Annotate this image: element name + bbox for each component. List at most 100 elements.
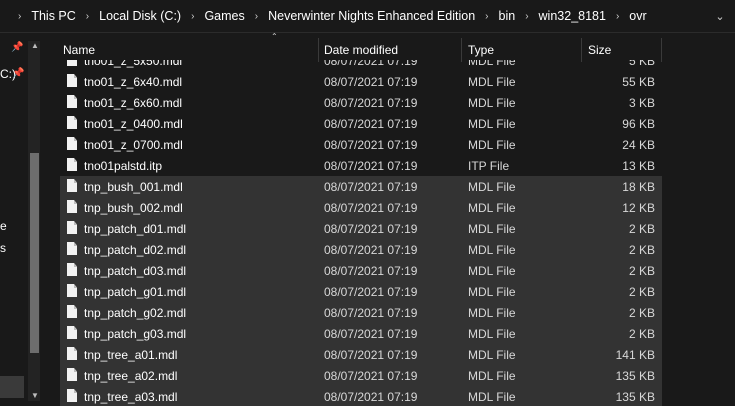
file-type: MDL File xyxy=(468,137,516,152)
file-icon xyxy=(67,263,77,276)
file-icon xyxy=(67,221,77,234)
file-date-modified: 08/07/2021 07:19 xyxy=(324,137,418,152)
nav-item-fragment[interactable]: e xyxy=(0,219,7,233)
file-icon xyxy=(67,158,77,171)
file-size: 24 KB xyxy=(622,137,655,152)
file-size: 141 KB xyxy=(615,347,655,362)
column-divider[interactable] xyxy=(581,38,582,62)
file-icon xyxy=(67,200,77,213)
nav-scrollbar-thumb[interactable] xyxy=(30,153,39,353)
file-row[interactable]: tno01_z_0400.mdl 08/07/2021 07:19 MDL File… xyxy=(60,113,662,134)
breadcrumb-item[interactable]: This PC xyxy=(27,9,79,23)
file-type: MDL File xyxy=(468,368,516,383)
file-row[interactable]: tnp_patch_g03.mdl 08/07/2021 07:19 MDL Fil… xyxy=(60,323,662,344)
file-row[interactable]: tnp_tree_a01.mdl 08/07/2021 07:19 MDL File… xyxy=(60,344,662,365)
chevron-right-icon[interactable]: › xyxy=(479,11,494,22)
file-size: 2 KB xyxy=(628,242,655,257)
file-icon xyxy=(67,179,77,192)
file-size: 96 KB xyxy=(622,116,655,131)
file-date-modified: 08/07/2021 07:19 xyxy=(324,368,418,383)
file-row[interactable]: tnp_tree_a03.mdl 08/07/2021 07:19 MDL File… xyxy=(60,386,662,406)
file-name: tno01_z_6x40.mdl xyxy=(84,74,183,89)
file-row[interactable]: tnp_bush_002.mdl 08/07/2021 07:19 MDL File… xyxy=(60,197,662,218)
file-size: 2 KB xyxy=(628,284,655,299)
navigation-pane: 📌 C:) 📌 e s ▲ ▼ xyxy=(0,33,42,406)
file-row[interactable]: tnp_patch_d01.mdl 08/07/2021 07:19 MDL Fil… xyxy=(60,218,662,239)
file-row[interactable]: tnp_patch_d02.mdl 08/07/2021 07:19 MDL Fil… xyxy=(60,239,662,260)
file-date-modified: 08/07/2021 07:19 xyxy=(324,347,418,362)
file-type: MDL File xyxy=(468,263,516,278)
chevron-right-icon[interactable]: › xyxy=(519,11,534,22)
column-date-modified[interactable]: Date modified xyxy=(324,38,460,62)
file-row[interactable]: tnp_tree_a02.mdl 08/07/2021 07:19 MDL File… xyxy=(60,365,662,386)
chevron-right-icon[interactable]: › xyxy=(610,11,625,22)
file-row[interactable]: tno01_z_0700.mdl 08/07/2021 07:19 MDL File… xyxy=(60,134,662,155)
column-size[interactable]: Size xyxy=(588,38,658,62)
breadcrumb-item[interactable]: Neverwinter Nights Enhanced Edition xyxy=(264,9,479,23)
file-row[interactable]: tno01_z_5x50.mdl 08/07/2021 07:19 MDL File… xyxy=(60,60,662,71)
file-date-modified: 08/07/2021 07:19 xyxy=(324,74,418,89)
file-name: tnp_bush_001.mdl xyxy=(84,179,183,194)
file-date-modified: 08/07/2021 07:19 xyxy=(324,221,418,236)
file-name: tno01palstd.itp xyxy=(84,158,163,173)
chevron-right-icon[interactable]: › xyxy=(80,11,95,22)
file-name: tno01_z_0400.mdl xyxy=(84,116,183,131)
pin-icon[interactable]: 📌 xyxy=(12,68,24,79)
file-list: tno01_z_5x50.mdl 08/07/2021 07:19 MDL File… xyxy=(60,60,662,406)
chevron-right-icon[interactable]: › xyxy=(249,11,264,22)
file-name: tnp_patch_d01.mdl xyxy=(84,221,187,236)
nav-item-fragment[interactable]: s xyxy=(0,241,6,255)
file-date-modified: 08/07/2021 07:19 xyxy=(324,326,418,341)
scroll-down-icon[interactable]: ▼ xyxy=(31,391,39,400)
file-type: MDL File xyxy=(468,242,516,257)
chevron-right-icon[interactable]: › xyxy=(12,11,27,22)
file-row[interactable]: tnp_patch_d03.mdl 08/07/2021 07:19 MDL Fil… xyxy=(60,260,662,281)
file-type: MDL File xyxy=(468,200,516,215)
column-name[interactable]: Name xyxy=(63,38,318,62)
file-row[interactable]: tnp_bush_001.mdl 08/07/2021 07:19 MDL File… xyxy=(60,176,662,197)
file-row[interactable]: tno01_z_6x60.mdl 08/07/2021 07:19 MDL File… xyxy=(60,92,662,113)
file-icon xyxy=(67,95,77,108)
file-size: 135 KB xyxy=(615,389,655,404)
file-row[interactable]: tnp_patch_g01.mdl 08/07/2021 07:19 MDL Fil… xyxy=(60,281,662,302)
file-icon xyxy=(67,389,77,402)
file-size: 2 KB xyxy=(628,305,655,320)
file-date-modified: 08/07/2021 07:19 xyxy=(324,263,418,278)
file-icon xyxy=(67,347,77,360)
file-date-modified: 08/07/2021 07:19 xyxy=(324,284,418,299)
file-name: tnp_patch_d02.mdl xyxy=(84,242,187,257)
file-name: tnp_patch_g01.mdl xyxy=(84,284,187,299)
file-date-modified: 08/07/2021 07:19 xyxy=(324,200,418,215)
file-icon xyxy=(67,137,77,150)
chevron-down-icon[interactable]: ⌄ xyxy=(705,0,735,32)
breadcrumb-item[interactable]: Games xyxy=(200,9,248,23)
file-name: tnp_tree_a03.mdl xyxy=(84,389,178,404)
file-type: MDL File xyxy=(468,305,516,320)
chevron-right-icon[interactable]: › xyxy=(185,11,200,22)
column-type[interactable]: Type xyxy=(468,38,578,62)
file-row[interactable]: tno01palstd.itp 08/07/2021 07:19 ITP File 1… xyxy=(60,155,662,176)
file-icon xyxy=(67,74,77,87)
file-name: tnp_patch_g02.mdl xyxy=(84,305,187,320)
address-bar[interactable]: › This PC › Local Disk (C:) › Games › Neverwint… xyxy=(0,0,735,33)
breadcrumb-item[interactable]: Local Disk (C:) xyxy=(95,9,185,23)
column-divider[interactable] xyxy=(318,38,319,62)
file-row[interactable]: tnp_patch_g02.mdl 08/07/2021 07:19 MDL Fil… xyxy=(60,302,662,323)
breadcrumb-item[interactable]: bin xyxy=(495,9,520,23)
file-icon xyxy=(67,116,77,129)
scroll-up-icon[interactable]: ▲ xyxy=(31,41,39,50)
column-header: ⌃ Name Date modified Type Size xyxy=(60,32,735,62)
breadcrumb-item[interactable]: win32_8181 xyxy=(535,9,610,23)
file-icon xyxy=(67,60,77,66)
breadcrumb-item[interactable]: ovr xyxy=(625,9,650,23)
file-type: MDL File xyxy=(468,284,516,299)
file-size: 2 KB xyxy=(628,221,655,236)
file-row[interactable]: tno01_z_6x40.mdl 08/07/2021 07:19 MDL File… xyxy=(60,71,662,92)
file-type: ITP File xyxy=(468,158,510,173)
file-type: MDL File xyxy=(468,179,516,194)
column-divider[interactable] xyxy=(461,38,462,62)
column-divider[interactable] xyxy=(661,38,662,62)
file-date-modified: 08/07/2021 07:19 xyxy=(324,305,418,320)
pin-icon[interactable]: 📌 xyxy=(11,42,23,53)
nav-selected-item[interactable] xyxy=(0,376,24,398)
